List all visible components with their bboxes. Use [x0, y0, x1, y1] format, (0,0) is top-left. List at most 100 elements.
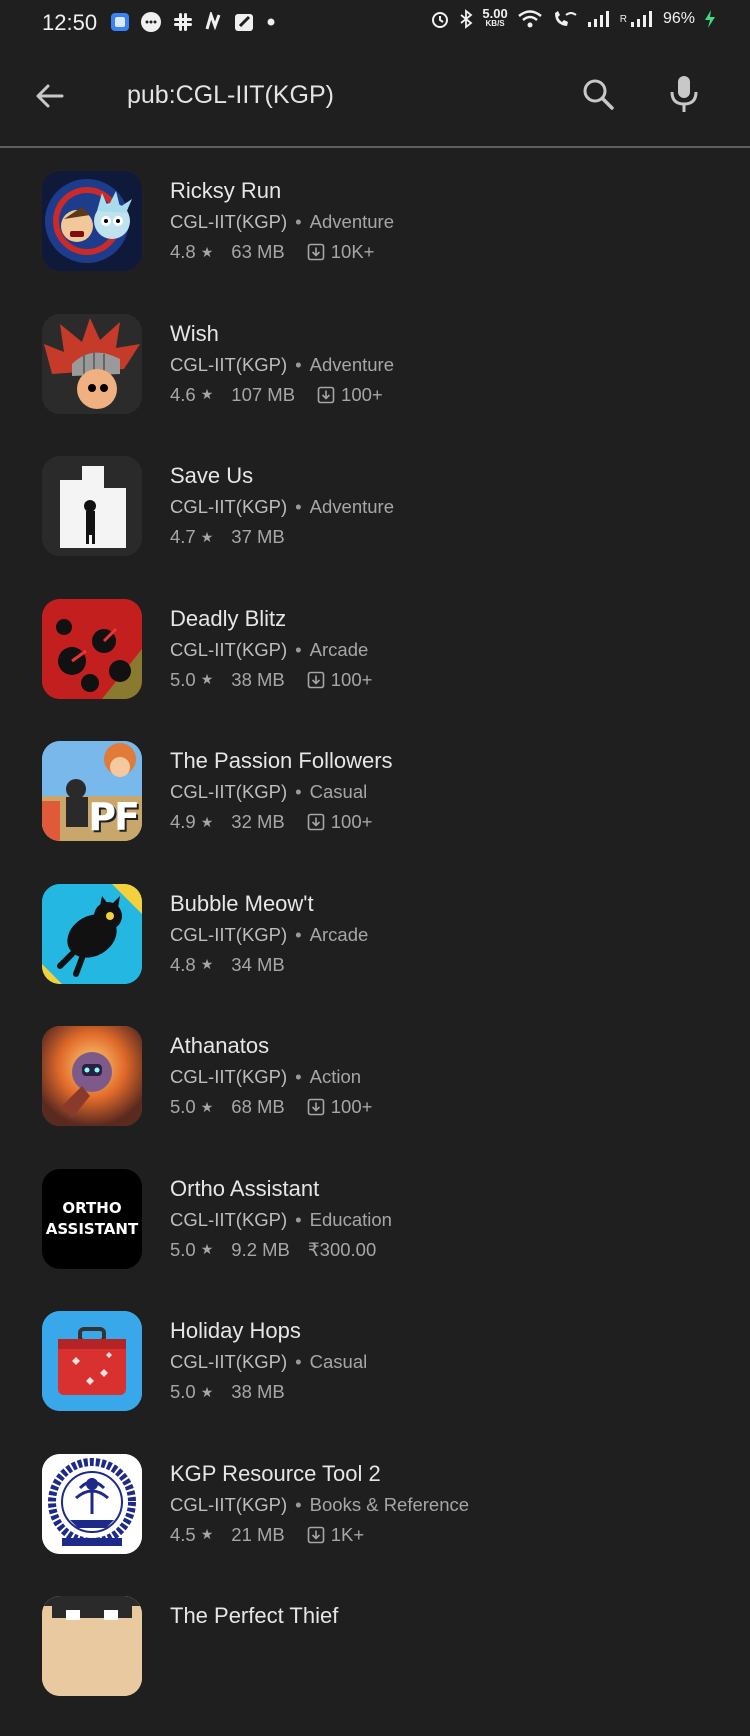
app-list-item[interactable]: PF The Passion Followers CGL-IIT(KGP) • Ca…	[0, 738, 750, 881]
save-us-icon	[42, 456, 142, 556]
app-name: The Perfect Thief	[170, 1603, 339, 1628]
app-developer[interactable]: CGL-IIT(KGP)	[170, 211, 287, 232]
app-stats: 5.0 ★ 38 MB 100+	[170, 669, 372, 691]
icon-text: ASSISTANT	[45, 1219, 139, 1238]
app-name: Wish	[170, 320, 219, 346]
app-size: 32 MB	[231, 811, 285, 832]
wifi-icon	[517, 10, 542, 28]
app-rating: 4.9	[170, 811, 196, 832]
app-publisher-category: CGL-IIT(KGP) • Education	[170, 1208, 392, 1230]
search-input[interactable]: pub:CGL-IIT(KGP)	[127, 81, 334, 110]
signal-strength-icon	[587, 11, 609, 27]
app-name: Athanatos	[170, 1033, 270, 1058]
icon-text: PF	[88, 795, 140, 839]
app-category: Education	[309, 1208, 392, 1230]
charging-icon	[705, 10, 715, 28]
star-icon: ★	[200, 813, 214, 830]
app-stats: 4.5 ★ 21 MB 1K+	[170, 1524, 364, 1546]
app-category: Action	[309, 1066, 362, 1087]
app-publisher-category: CGL-IIT(KGP) • Adventure	[170, 211, 394, 232]
app-developer[interactable]: CGL-IIT(KGP)	[170, 924, 287, 945]
app-stats: 4.7 ★ 37 MB	[170, 526, 285, 548]
app-list-item[interactable]: Deadly Blitz CGL-IIT(KGP) • Arcade 5.0 ★ 38…	[0, 596, 750, 739]
app-developer[interactable]: CGL-IIT(KGP)	[170, 1494, 287, 1515]
app-list-item[interactable]: Athanatos CGL-IIT(KGP) • Action 5.0 ★ 68 MB…	[0, 1023, 750, 1166]
app-rating: 4.6	[170, 383, 196, 405]
star-icon: ★	[200, 386, 214, 402]
app-list-item[interactable]: Bubble Meow't CGL-IIT(KGP) • Arcade 4.8 ★ 3…	[0, 881, 750, 1024]
app-downloads: 100+	[307, 1096, 372, 1118]
ortho-assistant-icon: ORTHO ASSISTANT	[42, 1168, 142, 1269]
app-stats: 5.0 ★ 68 MB 100+	[170, 1096, 372, 1118]
app-rating: 5.0	[170, 1381, 196, 1402]
app-list-item[interactable]: ORTHO ASSISTANT Ortho Assistant CGL-IIT(…	[0, 1166, 750, 1309]
app-publisher-category: CGL-IIT(KGP) • Action	[170, 1066, 362, 1087]
notification-icons	[110, 11, 276, 33]
app-developer[interactable]: CGL-IIT(KGP)	[170, 1209, 287, 1230]
edit-notification-icon	[235, 14, 253, 31]
app-size: 38 MB	[231, 668, 285, 690]
app-category: Books & Reference	[309, 1493, 470, 1515]
download-icon	[317, 386, 335, 403]
app-publisher-category: CGL-IIT(KGP) • Adventure	[170, 496, 394, 517]
app-category: Adventure	[309, 353, 394, 375]
app-rating: 4.8	[170, 953, 196, 975]
microphone-icon	[670, 76, 698, 112]
app-developer[interactable]: CGL-IIT(KGP)	[170, 1066, 287, 1087]
app-stats: 4.8 ★ 63 MB 10K+	[170, 241, 374, 263]
star-icon: ★	[200, 1383, 214, 1400]
app-rating: 5.0	[170, 1096, 196, 1117]
app-name: Deadly Blitz	[170, 605, 287, 631]
status-time: 12:50	[42, 10, 98, 35]
download-icon	[307, 243, 325, 261]
slack-notification-icon	[174, 13, 192, 31]
app-publisher-category: CGL-IIT(KGP) • Casual	[170, 781, 368, 802]
athanatos-icon	[42, 1026, 142, 1126]
app-size: 9.2 MB	[231, 1238, 290, 1260]
icon-text: ORTHO	[62, 1198, 122, 1217]
app-list-item[interactable]: Save Us CGL-IIT(KGP) • Adventure 4.7 ★ 37 M…	[0, 453, 750, 596]
back-button[interactable]	[32, 78, 68, 119]
app-size: 38 MB	[231, 1381, 285, 1402]
star-icon: ★	[200, 1241, 214, 1257]
app-name: Ortho Assistant	[170, 1175, 320, 1201]
app-developer[interactable]: CGL-IIT(KGP)	[170, 354, 287, 375]
app-list-item[interactable]: Ricksy Run CGL-IIT(KGP) • Adventure 4.8 ★ 6…	[0, 168, 750, 311]
app-list-item[interactable]: The Perfect Thief	[0, 1593, 750, 1736]
app-list-item[interactable]: Wish CGL-IIT(KGP) • Adventure 4.6 ★ 107 MB …	[0, 311, 750, 454]
app-list-item[interactable]: Holiday Hops CGL-IIT(KGP) • Casual 5.0 ★ 38…	[0, 1308, 750, 1451]
app-developer[interactable]: CGL-IIT(KGP)	[170, 781, 287, 802]
roaming-indicator: R	[619, 13, 627, 25]
holiday-hops-icon	[42, 1311, 142, 1411]
kgp-resource-tool-icon	[42, 1453, 142, 1554]
star-icon: ★	[200, 1098, 214, 1115]
app-category: Adventure	[309, 211, 394, 232]
app-publisher-category: CGL-IIT(KGP) • Casual	[170, 1351, 368, 1372]
passion-followers-icon: PF	[42, 741, 142, 841]
app-publisher-category: CGL-IIT(KGP) • Adventure	[170, 353, 394, 375]
app-downloads: 100+	[317, 384, 383, 406]
voice-search-button[interactable]	[668, 74, 700, 119]
app-size: 63 MB	[231, 241, 285, 262]
app-size: 107 MB	[231, 383, 296, 405]
app-developer[interactable]: CGL-IIT(KGP)	[170, 496, 287, 517]
app-list-item[interactable]: KGP Resource Tool 2 CGL-IIT(KGP) • Books &…	[0, 1451, 750, 1594]
app-developer[interactable]: CGL-IIT(KGP)	[170, 639, 287, 660]
network-speed: 5.00 KB/S	[482, 6, 508, 28]
download-icon	[307, 813, 325, 831]
download-icon	[307, 1098, 325, 1116]
app-stats: 4.9 ★ 32 MB 100+	[170, 811, 372, 833]
search-button[interactable]	[580, 76, 616, 117]
app-category: Arcade	[309, 638, 369, 660]
app-category: Arcade	[309, 923, 369, 945]
star-icon: ★	[200, 243, 214, 260]
app-developer[interactable]: CGL-IIT(KGP)	[170, 1351, 287, 1372]
app-size: 68 MB	[231, 1096, 285, 1117]
app-name: KGP Resource Tool 2	[170, 1460, 381, 1486]
wish-icon	[42, 313, 142, 414]
download-icon	[307, 1526, 325, 1543]
star-icon: ★	[200, 528, 214, 545]
search-bar: pub:CGL-IIT(KGP)	[0, 48, 750, 148]
app-category: Casual	[309, 781, 368, 802]
arrow-back-icon	[36, 84, 64, 108]
